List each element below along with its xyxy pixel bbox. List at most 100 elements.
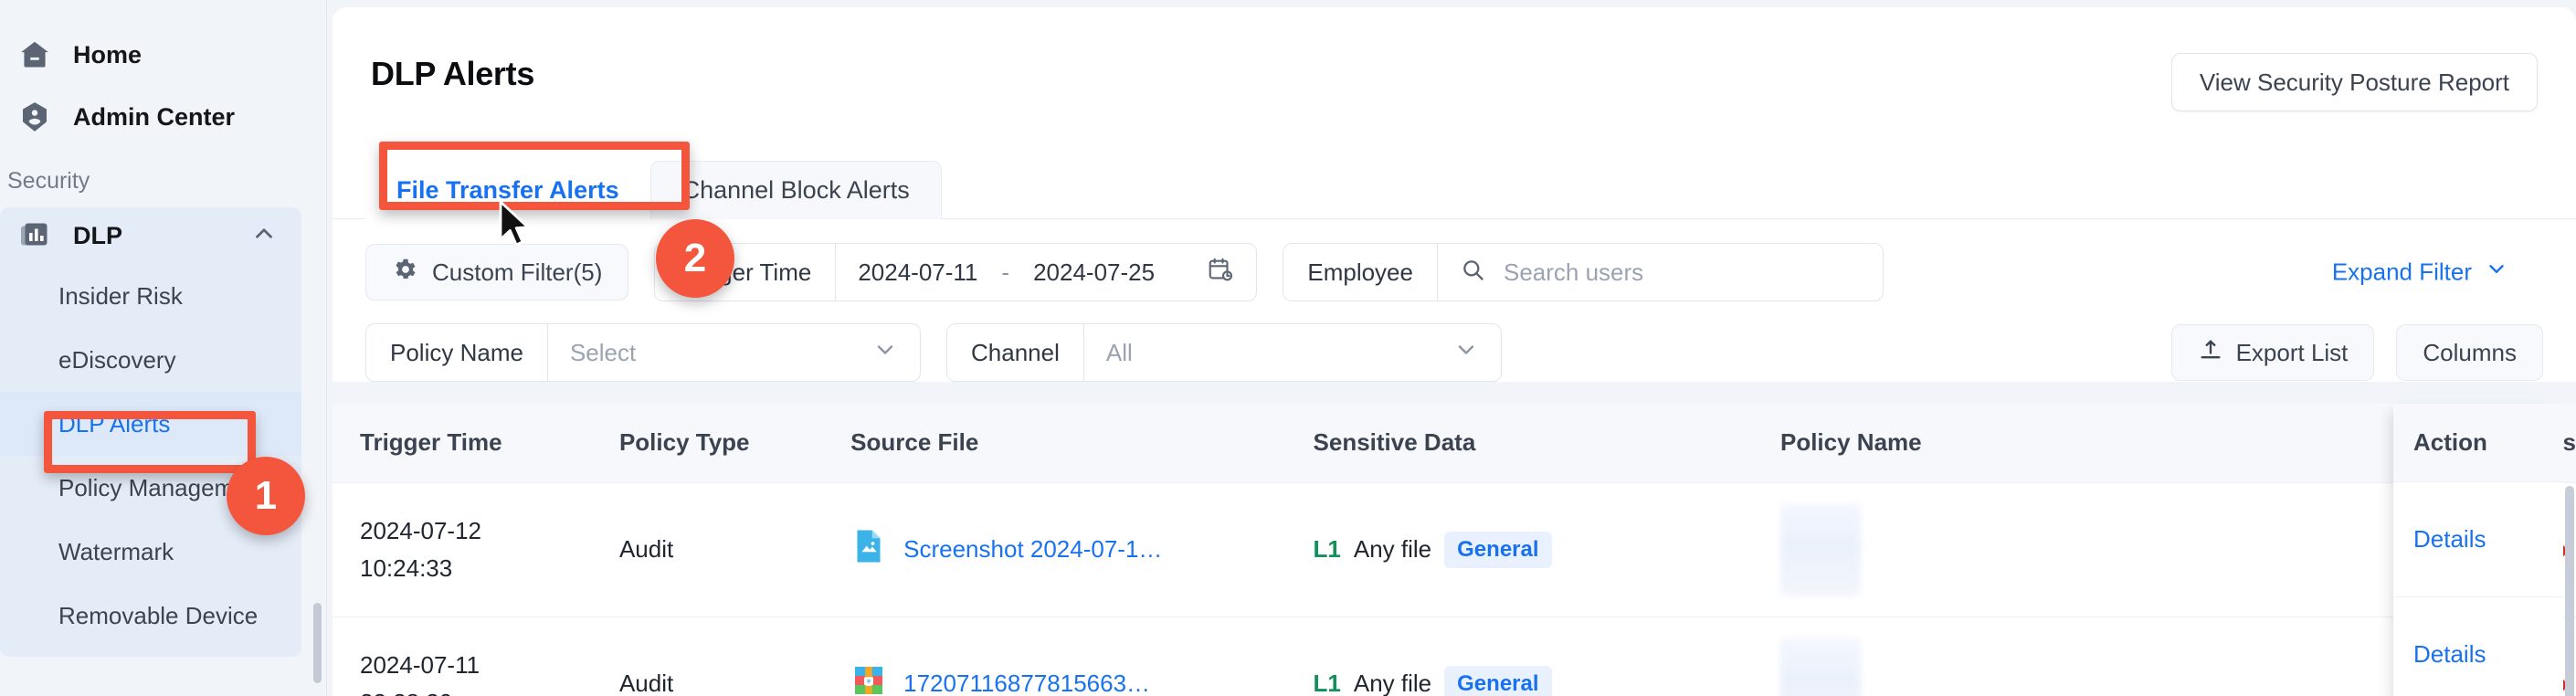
details-link[interactable]: Details [2393, 482, 2563, 597]
cell-policy-name [1779, 617, 2243, 696]
cell-sensitive-data: L1 Any file General [1313, 617, 1780, 696]
filter-row-secondary: Policy Name Select Channel All Export Li… [365, 323, 2543, 382]
policy-name-redacted [1779, 502, 1861, 596]
sidebar: Home Admin Center Security DLP Insider R… [0, 0, 327, 696]
table-actions: Export List Columns [2170, 324, 2543, 381]
cell-policy-type: Audit [618, 617, 851, 696]
column-header-source-file[interactable]: Source File [850, 404, 1314, 483]
annotation-badge-1: 1 [227, 457, 305, 535]
cell-sensitive-data: L1 Any file General [1313, 482, 1780, 617]
channel-filter[interactable]: Channel All [946, 323, 1502, 382]
cell-policy-name [1779, 482, 2243, 617]
source-file-link[interactable]: 17207116877815663… [903, 670, 1150, 696]
cell-policy-type: Audit [618, 482, 851, 617]
sidebar-section-security: Security [7, 168, 90, 194]
channel-body[interactable]: All [1084, 324, 1501, 381]
row-date: 2024-07-12 [360, 517, 481, 545]
shield-person-icon [16, 99, 53, 135]
trigger-time-filter[interactable]: Trigger Time 2024-07-11 - 2024-07-25 [654, 243, 1258, 301]
table-head: Trigger Time Policy Type Source File Sen… [333, 404, 2576, 483]
export-list-label: Export List [2235, 338, 2349, 366]
employee-body[interactable]: Search users [1438, 244, 1883, 301]
column-header-trigger-time[interactable]: Trigger Time [333, 404, 619, 483]
sidebar-item-label: eDiscovery [58, 345, 176, 374]
table-row[interactable]: 2024-07-12 10:24:33 Audit Screenshot 202… [333, 482, 2576, 617]
custom-filter-button[interactable]: Custom Filter(5) [365, 244, 629, 301]
cell-trigger-time: 2024-07-12 10:24:33 [333, 482, 619, 617]
source-file-link[interactable]: Screenshot 2024-07-1… [903, 535, 1162, 564]
sidebar-item-label: Home [73, 40, 143, 69]
table-row[interactable]: 2024-07-11 23:28:30 Audit [333, 617, 2576, 696]
trigger-time-end[interactable]: 2024-07-25 [1033, 258, 1155, 287]
sidebar-item-dlp-alerts[interactable]: DLP Alerts [0, 392, 301, 456]
table-body: 2024-07-12 10:24:33 Audit Screenshot 202… [333, 482, 2576, 696]
tab-channel-block-alerts[interactable]: Channel Block Alerts [649, 161, 942, 219]
cell-source-file: Screenshot 2024-07-1… [850, 482, 1314, 617]
sensitivity-level: L1 [1313, 535, 1341, 563]
sensitive-data-badge: General [1444, 665, 1552, 696]
alerts-table: Trigger Time Policy Type Source File Sen… [333, 404, 2576, 696]
calendar-clock-icon[interactable] [1207, 256, 1234, 290]
trigger-time-body[interactable]: 2024-07-11 - 2024-07-25 [836, 244, 1256, 301]
table-vertical-scrollbar[interactable] [2565, 486, 2574, 696]
annotation-number: 2 [683, 236, 707, 280]
column-header-policy-name[interactable]: Policy Name [1779, 404, 2243, 483]
sidebar-item-label: Admin Center [73, 102, 236, 131]
columns-button[interactable]: Columns [2396, 324, 2543, 381]
sidebar-item-admin-center[interactable]: Admin Center [0, 86, 327, 148]
custom-filter-label: Custom Filter(5) [432, 258, 603, 286]
view-security-posture-report-button[interactable]: View Security Posture Report [2170, 53, 2538, 111]
policy-name-filter[interactable]: Policy Name Select [365, 323, 921, 382]
expand-filter-button[interactable]: Expand Filter [2332, 258, 2508, 288]
channel-value: All [1105, 338, 1133, 366]
sensitive-data-text: Any file [1353, 670, 1432, 696]
columns-label: Columns [2423, 338, 2517, 366]
column-header-sensitive-data[interactable]: Sensitive Data [1313, 404, 1780, 483]
app-root: Home Admin Center Security DLP Insider R… [0, 0, 2576, 696]
chevron-down-icon [2485, 258, 2508, 288]
annotation-number: 1 [254, 473, 278, 518]
tab-label: Channel Block Alerts [681, 176, 910, 204]
policy-name-redacted [1779, 637, 1861, 696]
sidebar-scrollbar[interactable] [313, 603, 322, 683]
sidebar-item-home[interactable]: Home [0, 24, 327, 86]
search-icon [1460, 257, 1485, 289]
tab-file-transfer-alerts[interactable]: File Transfer Alerts [365, 161, 650, 219]
chevron-down-icon [872, 337, 898, 369]
sidebar-item-ediscovery[interactable]: eDiscovery [0, 328, 301, 392]
archive-file-icon [850, 662, 887, 696]
employee-label: Employee [1283, 244, 1438, 301]
sidebar-item-removable-device[interactable]: Removable Device [0, 584, 301, 648]
gear-icon [392, 256, 419, 290]
details-link[interactable]: Details [2393, 597, 2563, 696]
cell-source-file: 17207116877815663… [850, 617, 1314, 696]
search-users-input[interactable]: Search users [1504, 258, 1643, 287]
alerts-table-wrapper: Trigger Time Policy Type Source File Sen… [333, 404, 2576, 696]
sensitivity-level: L1 [1313, 670, 1341, 696]
chevron-up-icon[interactable] [250, 220, 278, 252]
cell-trigger-time: 2024-07-11 23:28:30 [333, 617, 619, 696]
tabs: File Transfer Alerts Channel Block Alert… [365, 161, 942, 219]
posture-button-label: View Security Posture Report [2199, 68, 2509, 96]
employee-filter[interactable]: Employee Search users [1283, 243, 1884, 301]
sensitive-data-badge: General [1444, 531, 1552, 568]
policy-name-body[interactable]: Select [548, 324, 920, 381]
bar-chart-icon [16, 217, 53, 254]
chevron-down-icon [1453, 337, 1479, 369]
expand-filter-label: Expand Filter [2331, 258, 2472, 286]
policy-name-label: Policy Name [366, 324, 548, 381]
trigger-time-start[interactable]: 2024-07-11 [858, 258, 977, 287]
tab-label: File Transfer Alerts [396, 175, 619, 204]
row-time: 23:28:30 [360, 684, 619, 696]
main-content: DLP Alerts View Security Posture Report … [327, 0, 2576, 696]
home-icon [16, 37, 53, 73]
row-time: 10:24:33 [360, 554, 453, 582]
image-file-icon [850, 528, 887, 571]
sidebar-item-label: Watermark [58, 537, 174, 565]
column-header-policy-type[interactable]: Policy Type [618, 404, 851, 483]
sidebar-item-insider-risk[interactable]: Insider Risk [0, 264, 301, 328]
export-list-button[interactable]: Export List [2170, 324, 2375, 381]
sidebar-item-dlp[interactable]: DLP [0, 207, 301, 264]
row-date: 2024-07-11 [360, 651, 480, 680]
sidebar-item-label: Insider Risk [58, 281, 183, 310]
